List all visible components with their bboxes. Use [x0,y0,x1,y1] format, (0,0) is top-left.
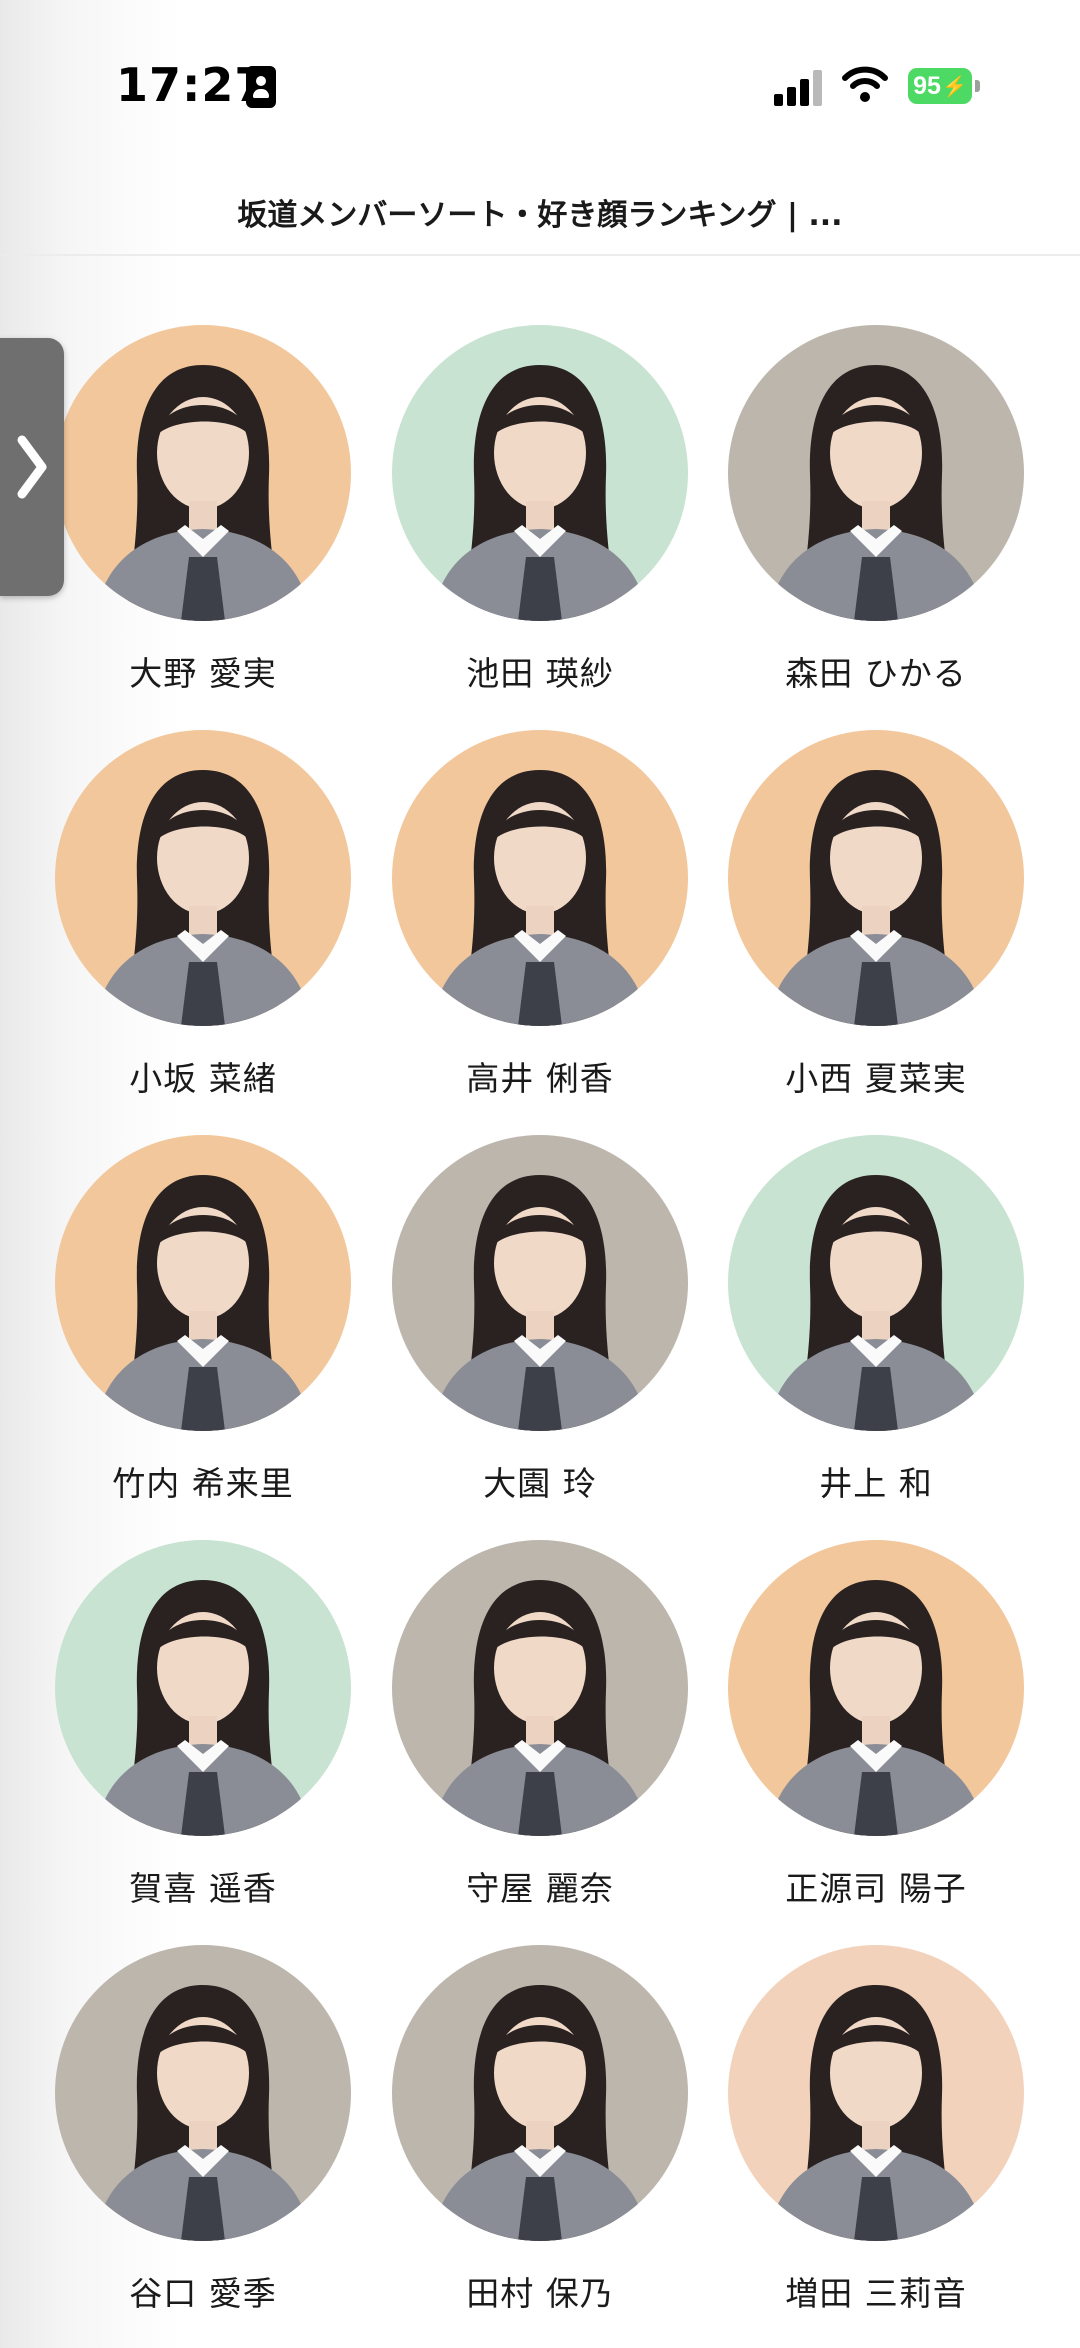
member-name: 井上 和 [819,1464,933,1503]
member-name: 池田 瑛紗 [466,654,614,693]
member-card[interactable]: 小西 夏菜実 [728,730,1028,1130]
member-name: 森田 ひかる [785,654,967,693]
member-grid: 大野 愛実 池田 瑛紗 森田 ひかる小坂 菜緒 高井 俐香 小西 夏菜実竹内 希来里 大園… [0,0,1080,2348]
member-card[interactable]: 正源司 陽子 [728,1540,1028,1940]
member-photo[interactable] [55,325,351,621]
member-portrait-image [392,730,688,1026]
member-card[interactable]: 増田 三莉音 [728,1945,1028,2345]
member-card[interactable]: 森田 ひかる [728,325,1028,725]
member-name: 谷口 愛季 [129,2274,277,2313]
member-name: 守屋 麗奈 [466,1869,614,1908]
member-photo[interactable] [728,1945,1024,2241]
member-portrait-image [728,1945,1024,2241]
member-photo[interactable] [392,325,688,621]
member-card[interactable]: 竹内 希来里 [55,1135,355,1535]
member-name: 賀喜 遥香 [129,1869,277,1908]
member-portrait-image [55,325,351,621]
member-card[interactable]: 守屋 麗奈 [392,1540,692,1940]
side-panel-tab[interactable] [0,338,64,596]
member-card[interactable]: 井上 和 [728,1135,1028,1535]
member-name: 大園 玲 [483,1464,597,1503]
member-photo[interactable] [55,1135,351,1431]
member-name: 田村 保乃 [466,2274,614,2313]
member-name: 小坂 菜緒 [129,1059,277,1098]
member-card[interactable]: 池田 瑛紗 [392,325,692,725]
member-portrait-image [728,1135,1024,1431]
member-portrait-image [728,325,1024,621]
member-portrait-image [392,1945,688,2241]
member-photo[interactable] [392,1135,688,1431]
member-card[interactable]: 谷口 愛季 [55,1945,355,2345]
member-photo[interactable] [392,1540,688,1836]
member-card[interactable]: 大野 愛実 [55,325,355,725]
member-card[interactable]: 高井 俐香 [392,730,692,1130]
member-name: 竹内 希来里 [112,1464,294,1503]
member-photo[interactable] [55,730,351,1026]
member-name: 高井 俐香 [466,1059,614,1098]
member-portrait-image [55,730,351,1026]
member-card[interactable]: 大園 玲 [392,1135,692,1535]
member-card[interactable]: 小坂 菜緒 [55,730,355,1130]
member-portrait-image [392,325,688,621]
screen: 17:27 95 ⚡ 坂道メンバーソート・好き顔ランキング | ... 大野 愛実… [0,0,1080,2348]
member-portrait-image [55,1945,351,2241]
member-card[interactable]: 賀喜 遥香 [55,1540,355,1940]
member-name: 小西 夏菜実 [785,1059,967,1098]
member-photo[interactable] [728,325,1024,621]
member-photo[interactable] [728,1540,1024,1836]
chevron-right-icon [17,435,47,499]
member-photo[interactable] [392,1945,688,2241]
member-portrait-image [728,730,1024,1026]
member-photo[interactable] [728,730,1024,1026]
member-photo[interactable] [728,1135,1024,1431]
member-portrait-image [392,1135,688,1431]
member-portrait-image [728,1540,1024,1836]
member-card[interactable]: 田村 保乃 [392,1945,692,2345]
member-name: 正源司 陽子 [785,1869,967,1908]
member-photo[interactable] [55,1540,351,1836]
member-name: 増田 三莉音 [785,2274,967,2313]
member-portrait-image [392,1540,688,1836]
member-name: 大野 愛実 [129,654,277,693]
member-portrait-image [55,1135,351,1431]
member-photo[interactable] [55,1945,351,2241]
member-photo[interactable] [392,730,688,1026]
member-portrait-image [55,1540,351,1836]
